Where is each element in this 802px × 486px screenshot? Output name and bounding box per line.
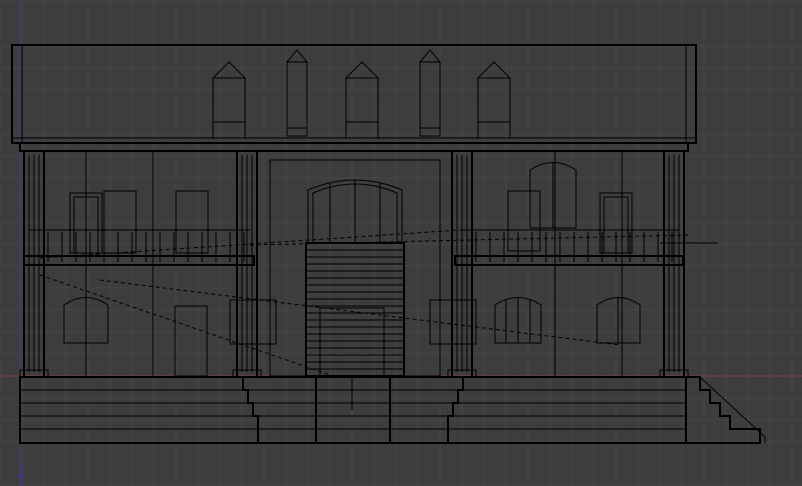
dormer-2 <box>285 49 309 137</box>
dormer-4 <box>418 49 442 137</box>
roof <box>11 44 697 152</box>
viewport-canvas[interactable] <box>0 0 802 486</box>
dormer-1 <box>211 61 247 139</box>
dormers <box>211 49 512 139</box>
origin-marker <box>14 466 26 486</box>
3d-viewport[interactable] <box>0 0 802 486</box>
foundation <box>19 376 687 444</box>
dormer-3 <box>344 61 380 139</box>
dormer-5 <box>476 61 512 139</box>
balconies <box>23 229 718 266</box>
